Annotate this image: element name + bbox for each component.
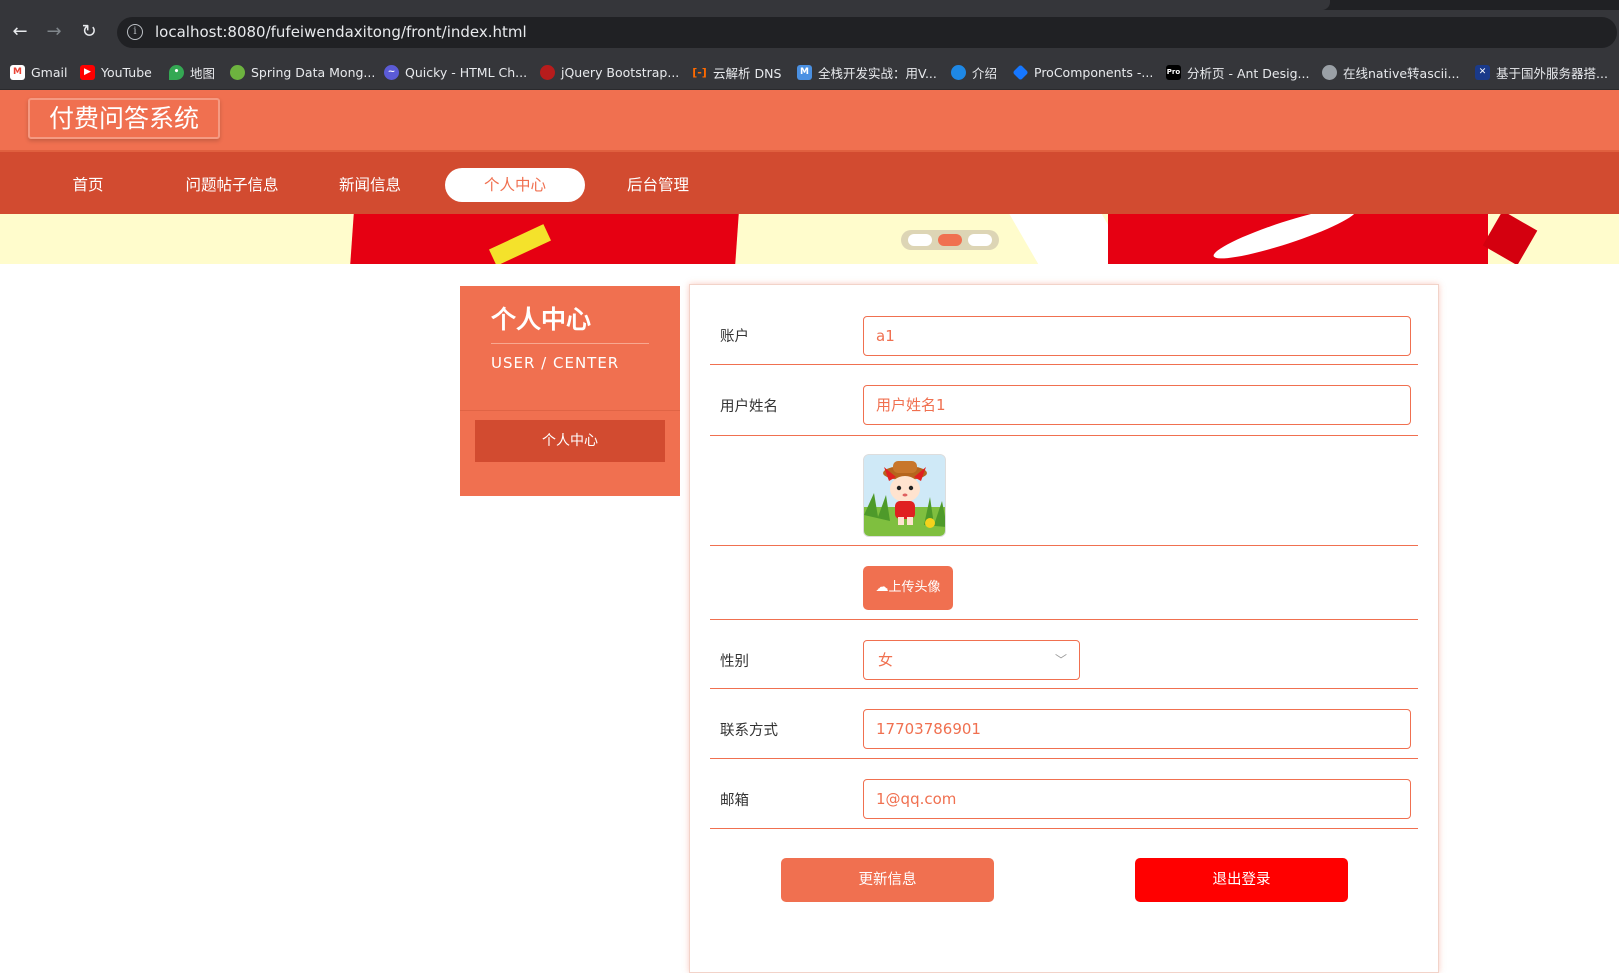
flag-icon: ✕	[1475, 64, 1490, 80]
phone-label: 联系方式	[720, 723, 778, 739]
upload-avatar-button[interactable]: ☁上传头像	[863, 566, 953, 610]
bookmark-quicky[interactable]: ~ Quicky - HTML Ch...	[384, 63, 527, 81]
spring-icon	[230, 64, 245, 80]
jquery-icon	[540, 64, 555, 80]
name-field[interactable]: 用户姓名1	[863, 385, 1411, 425]
bookmark-dns[interactable]: [-] 云解析 DNS	[692, 63, 781, 81]
nav-questions[interactable]: 问题帖子信息	[172, 168, 292, 202]
email-field[interactable]: 1@qq.com	[863, 779, 1411, 819]
email-label: 邮箱	[720, 793, 749, 809]
profile-form: 账户 a1 用户姓名 用户姓名1 ☁上传头像 性别 女 ﹀ 联系方式 17703…	[689, 284, 1439, 973]
bookmark-youtube[interactable]: ▶ YouTube	[80, 63, 152, 81]
phone-field[interactable]: 17703786901	[863, 709, 1411, 749]
sidebar-divider	[491, 343, 649, 344]
email-row: 邮箱 1@qq.com	[710, 759, 1418, 829]
globe-icon	[951, 64, 966, 80]
gender-row: 性别 女 ﹀	[710, 620, 1418, 689]
bookmark-native-ascii[interactable]: 在线native转ascii...	[1322, 63, 1459, 81]
site-header: 付费问答系统	[0, 90, 1619, 152]
bookmark-jquery[interactable]: jQuery Bootstrap...	[540, 63, 679, 81]
upload-row: ☁上传头像	[710, 546, 1418, 620]
gmail-icon: M	[10, 64, 25, 80]
bookmark-intro[interactable]: 介绍	[951, 63, 997, 81]
account-row: 账户 a1	[710, 285, 1418, 365]
name-label: 用户姓名	[720, 399, 778, 415]
bookmark-maps[interactable]: • 地图	[169, 63, 215, 81]
account-label: 账户	[720, 329, 749, 345]
chevron-down-icon: ﹀	[1054, 653, 1067, 667]
site-logo[interactable]: 付费问答系统	[28, 98, 221, 139]
maps-icon: •	[169, 64, 184, 80]
logout-button[interactable]: 退出登录	[1135, 858, 1348, 902]
gender-select[interactable]: 女 ﹀	[863, 640, 1080, 680]
nav-user-center[interactable]: 个人中心	[445, 168, 585, 202]
back-icon[interactable]: ←	[8, 20, 32, 44]
sidebar-title: 个人中心	[491, 305, 592, 334]
gender-label: 性别	[720, 654, 749, 670]
bookmark-fullstack[interactable]: M 全栈开发实战：用V...	[797, 63, 937, 81]
bookmark-gmail[interactable]: M Gmail	[10, 63, 67, 81]
sidebar-subtitle: USER / CENTER	[491, 354, 620, 372]
sidebar-separator	[460, 410, 680, 411]
youtube-icon: ▶	[80, 64, 95, 80]
bookmark-procomponents[interactable]: ProComponents -...	[1012, 63, 1153, 81]
forward-icon[interactable]: →	[42, 20, 66, 44]
nav-admin[interactable]: 后台管理	[618, 168, 698, 202]
url-text[interactable]: localhost:8080/fufeiwendaxitong/front/in…	[155, 23, 527, 41]
site-info-icon[interactable]: i	[127, 24, 143, 40]
account-field[interactable]: a1	[863, 316, 1411, 356]
nav-news[interactable]: 新闻信息	[330, 168, 410, 202]
reload-icon[interactable]: ↻	[77, 20, 101, 44]
m-icon: M	[797, 64, 812, 80]
page: 付费问答系统 首页 问题帖子信息 新闻信息 个人中心 后台管理 个人中心 USE…	[0, 90, 1619, 973]
main-nav: 首页 问题帖子信息 新闻信息 个人中心 后台管理	[0, 152, 1619, 214]
carousel-indicators	[901, 230, 999, 250]
bookmarks-bar: M Gmail ▶ YouTube • 地图 Spring Data Mong... …	[0, 55, 1619, 90]
user-center-sidebar: 个人中心 USER / CENTER 个人中心	[460, 286, 680, 496]
carousel-dot-1[interactable]	[908, 234, 932, 246]
phone-row: 联系方式 17703786901	[710, 689, 1418, 759]
sidebar-item-user-center[interactable]: 个人中心	[475, 420, 665, 462]
bookmark-antdesign[interactable]: Pro 分析页 - Ant Desig...	[1166, 63, 1309, 81]
pro-icon: Pro	[1166, 64, 1181, 80]
quicky-icon: ~	[384, 64, 399, 80]
nav-home[interactable]: 首页	[58, 168, 118, 202]
web-icon	[1322, 64, 1337, 80]
avatar	[863, 454, 946, 537]
aliyun-icon: [-]	[692, 65, 707, 79]
name-row: 用户姓名 用户姓名1	[710, 365, 1418, 436]
antd-icon	[1012, 64, 1029, 80]
bookmark-spring[interactable]: Spring Data Mong...	[230, 63, 375, 81]
bookmark-server[interactable]: ✕ 基于国外服务器搭...	[1475, 63, 1608, 81]
cloud-upload-icon: ☁	[875, 580, 889, 595]
carousel-dot-3[interactable]	[968, 234, 992, 246]
browser-tabstrip	[0, 0, 1619, 10]
carousel-dot-2[interactable]	[938, 234, 962, 246]
browser-toolbar: ← → ↻ i localhost:8080/fufeiwendaxitong/…	[0, 10, 1619, 55]
address-bar[interactable]: i localhost:8080/fufeiwendaxitong/front/…	[117, 17, 1617, 48]
banner-carousel[interactable]	[0, 214, 1619, 264]
avatar-row	[710, 436, 1418, 546]
update-info-button[interactable]: 更新信息	[781, 858, 994, 902]
